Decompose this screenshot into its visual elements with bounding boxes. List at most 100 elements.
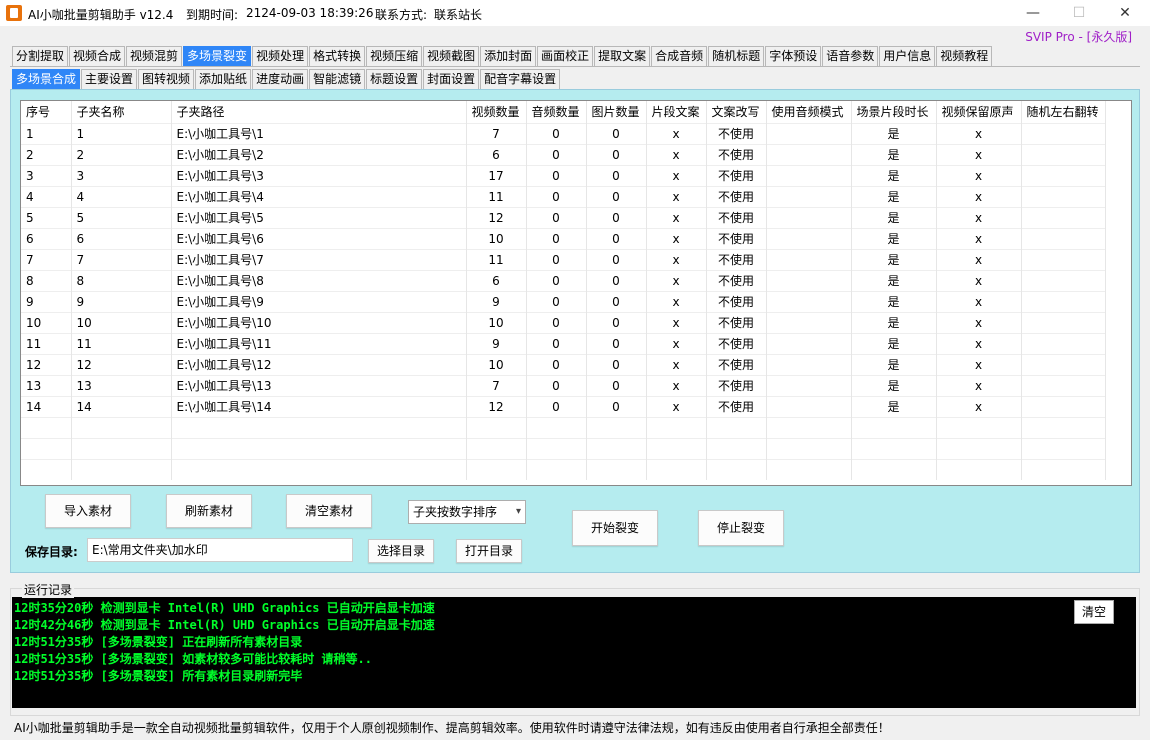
main-tab[interactable]: 视频教程 [936, 46, 993, 66]
import-material-button[interactable]: 导入素材 [45, 494, 131, 528]
column-header[interactable]: 子夹名称 [71, 101, 172, 123]
log-scrollbar[interactable] [1119, 600, 1133, 705]
table-row[interactable]: 8 8 E:\小咖工具号\8 6 0 0 x 不使用是 x [21, 269, 1106, 291]
table-cell: 是 [851, 395, 937, 417]
table-cell: E:\小咖工具号\3 [171, 164, 467, 186]
column-header[interactable]: 视频保留原声 [936, 101, 1022, 123]
table-row[interactable]: 7 7 E:\小咖工具号\7 11 0 0 x 不使用是 x [21, 248, 1106, 270]
column-header[interactable]: 场景片段时长 [851, 101, 937, 123]
table-cell: 6 [466, 269, 527, 291]
sort-select-value: 子夹按数字排序 [413, 505, 498, 519]
table-cell: 11 [466, 185, 527, 207]
main-tab[interactable]: 视频混剪 [126, 46, 183, 66]
maximize-icon[interactable]: ☐ [1056, 0, 1102, 26]
sub-tab[interactable]: 图转视频 [138, 69, 195, 89]
table-row[interactable]: 3 3 E:\小咖工具号\3 17 0 0 x 不使用是 x [21, 164, 1106, 186]
main-tab[interactable]: 视频合成 [69, 46, 126, 66]
table-cell [1021, 395, 1106, 417]
column-header[interactable]: 子夹路径 [171, 101, 467, 123]
sort-select[interactable]: 子夹按数字排序 ▾ [408, 500, 526, 524]
table-row[interactable]: 9 9 E:\小咖工具号\9 9 0 0 x 不使用是 x [21, 290, 1106, 312]
table-cell [1021, 227, 1106, 249]
table-cell: 是 [851, 374, 937, 396]
clear-material-button[interactable]: 清空素材 [286, 494, 372, 528]
table-cell [1021, 122, 1106, 144]
column-header[interactable]: 视频数量 [466, 101, 527, 123]
column-header[interactable]: 文案改写 [706, 101, 767, 123]
clear-log-button[interactable]: 清空 [1074, 600, 1114, 624]
column-header[interactable]: 使用音频模式 [766, 101, 852, 123]
table-cell [1021, 332, 1106, 354]
refresh-material-button[interactable]: 刷新素材 [166, 494, 252, 528]
table-row[interactable]: 6 6 E:\小咖工具号\6 10 0 0 x 不使用是 x [21, 227, 1106, 249]
open-dir-button[interactable]: 打开目录 [456, 539, 522, 563]
column-header[interactable]: 片段文案 [646, 101, 707, 123]
main-tab[interactable]: 随机标题 [708, 46, 765, 66]
table-cell: 是 [851, 206, 937, 228]
main-tab[interactable]: 视频处理 [252, 46, 309, 66]
sub-tab[interactable]: 多场景合成 [12, 69, 81, 89]
table-cell: E:\小咖工具号\4 [171, 185, 467, 207]
main-tab[interactable]: 格式转换 [309, 46, 366, 66]
column-header[interactable]: 音频数量 [526, 101, 587, 123]
start-split-button[interactable]: 开始裂变 [572, 510, 658, 546]
main-tab[interactable]: 视频截图 [423, 46, 480, 66]
table-cell: x [936, 122, 1022, 144]
main-tab[interactable]: 画面校正 [537, 46, 594, 66]
main-tab[interactable]: 用户信息 [879, 46, 936, 66]
main-tab[interactable]: 分割提取 [12, 46, 69, 66]
empty-cell [1021, 437, 1106, 459]
main-tab[interactable]: 语音参数 [822, 46, 879, 66]
column-header[interactable]: 图片数量 [586, 101, 647, 123]
main-tab[interactable]: 添加封面 [480, 46, 537, 66]
sub-tab[interactable]: 智能滤镜 [309, 69, 366, 89]
svip-badge: SVIP Pro - [永久版] [1025, 30, 1132, 44]
sub-tab[interactable]: 配音字幕设置 [480, 69, 561, 89]
table-row[interactable]: 10 10 E:\小咖工具号\10 10 0 0 x 不使用是 x [21, 311, 1106, 333]
table-cell: 是 [851, 185, 937, 207]
table-row[interactable]: 1 1 E:\小咖工具号\1 7 0 0 x 不使用是 x [21, 122, 1106, 144]
table-row[interactable]: 4 4 E:\小咖工具号\4 11 0 0 x 不使用是 x [21, 185, 1106, 207]
stop-split-button[interactable]: 停止裂变 [698, 510, 784, 546]
table-cell: 6 [466, 143, 527, 165]
material-table[interactable]: 序号 子夹名称 子夹路径 视频数量 音频数量 图片数量 片段文案 文案改写 使用音频模式 场景片段… [20, 100, 1132, 486]
empty-row [21, 416, 1106, 438]
sub-tab[interactable]: 添加贴纸 [195, 69, 252, 89]
sub-tab[interactable]: 进度动画 [252, 69, 309, 89]
sub-tab[interactable]: 标题设置 [366, 69, 423, 89]
sub-tab[interactable]: 封面设置 [423, 69, 480, 89]
table-row[interactable]: 2 2 E:\小咖工具号\2 6 0 0 x 不使用是 x [21, 143, 1106, 165]
main-tab[interactable]: 提取文案 [594, 46, 651, 66]
minimize-icon[interactable]: — [1010, 0, 1056, 26]
table-row[interactable]: 13 13 E:\小咖工具号\13 7 0 0 x 不使用是 x [21, 374, 1106, 396]
table-cell: 0 [586, 395, 647, 417]
main-tab[interactable]: 合成音频 [651, 46, 708, 66]
column-header[interactable]: 随机左右翻转 [1021, 101, 1106, 123]
table-row[interactable]: 11 11 E:\小咖工具号\11 9 0 0 x 不使用是 x [21, 332, 1106, 354]
table-row[interactable]: 12 12 E:\小咖工具号\12 10 0 0 x 不使用是 x [21, 353, 1106, 375]
table-cell: 9 [71, 290, 172, 312]
choose-dir-button[interactable]: 选择目录 [368, 539, 434, 563]
expire-value: 2124-09-03 18:39:26 [246, 6, 374, 20]
save-dir-input[interactable]: E:\常用文件夹\加水印 [87, 538, 353, 562]
table-row[interactable]: 5 5 E:\小咖工具号\5 12 0 0 x 不使用是 x [21, 206, 1106, 228]
main-tab[interactable]: 视频压缩 [366, 46, 423, 66]
log-group-label: 运行记录 [22, 581, 75, 598]
app-logo-icon [6, 5, 22, 21]
table-cell: 0 [526, 290, 587, 312]
table-cell: 10 [466, 353, 527, 375]
main-tab[interactable]: 多场景裂变 [183, 46, 252, 66]
column-header[interactable]: 序号 [21, 101, 72, 123]
table-row[interactable]: 14 14 E:\小咖工具号\14 12 0 0 x 不使用是 x [21, 395, 1106, 417]
table-cell: 0 [526, 164, 587, 186]
log-console[interactable]: 12时35分20秒 检测到显卡 Intel(R) UHD Graphics 已自… [12, 597, 1136, 708]
table-cell: E:\小咖工具号\14 [171, 395, 467, 417]
main-tab[interactable]: 字体预设 [765, 46, 822, 66]
sub-tab[interactable]: 主要设置 [81, 69, 138, 89]
empty-cell [171, 437, 467, 459]
empty-cell [646, 416, 707, 438]
table-cell: 是 [851, 353, 937, 375]
empty-cell [936, 458, 1022, 480]
empty-cell [646, 458, 707, 480]
close-icon[interactable]: ✕ [1102, 0, 1148, 26]
